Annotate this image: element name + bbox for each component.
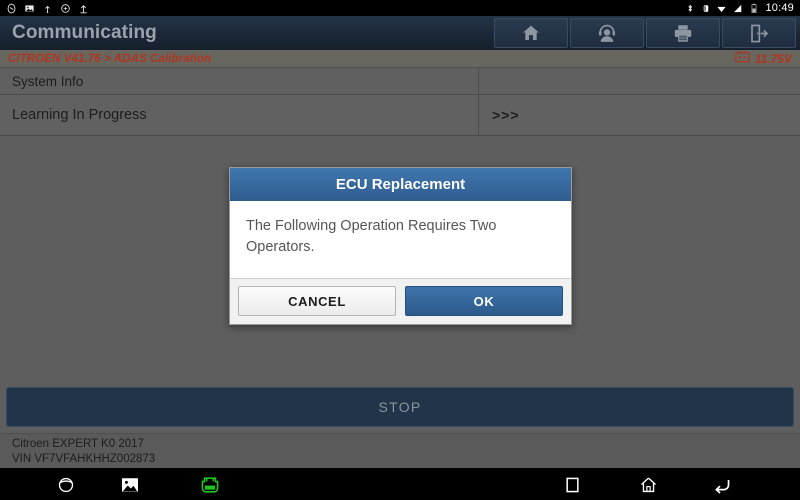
vehicle-info-footer: Citroen EXPERT K0 2017 VIN VF7VFAHKHHZ00… bbox=[0, 433, 800, 468]
dialog-body: The Following Operation Requires Two Ope… bbox=[230, 201, 571, 278]
home-button[interactable] bbox=[494, 18, 568, 48]
status-bar-right-icons: 10:49 bbox=[684, 1, 794, 14]
vehicle-vin: VIN VF7VFAHKHHZ002873 bbox=[12, 453, 156, 465]
ecu-replacement-dialog: ECU Replacement The Following Operation … bbox=[229, 167, 572, 325]
vci-icon[interactable] bbox=[200, 475, 220, 495]
wifi-icon bbox=[716, 3, 727, 14]
dialog-title: ECU Replacement bbox=[230, 168, 571, 201]
battery-icon bbox=[748, 3, 759, 14]
app-screen: 10:49 Communicating CITROEN V41.76 > ADA… bbox=[0, 0, 800, 500]
back-icon[interactable] bbox=[712, 475, 732, 495]
compass-icon bbox=[6, 3, 17, 14]
usb-icon bbox=[42, 3, 53, 14]
app-title-bar: Communicating bbox=[0, 16, 800, 50]
sync-icon bbox=[60, 3, 71, 14]
print-button[interactable] bbox=[646, 18, 720, 48]
recents-icon[interactable] bbox=[562, 475, 582, 495]
photo-icon bbox=[24, 3, 35, 14]
table-cell-label: System Info bbox=[12, 73, 84, 89]
signal-icon bbox=[732, 3, 743, 14]
table-cell-label: Learning In Progress bbox=[12, 107, 147, 123]
exit-icon bbox=[748, 23, 770, 44]
status-bar-clock: 10:49 bbox=[765, 1, 794, 14]
vibrate-icon bbox=[700, 3, 711, 14]
column-divider bbox=[478, 68, 479, 94]
headset-person-icon bbox=[596, 23, 618, 44]
home-icon[interactable] bbox=[638, 475, 658, 495]
status-bar-left-icons bbox=[6, 3, 89, 14]
printer-icon bbox=[672, 23, 694, 44]
upload-icon bbox=[78, 3, 89, 14]
support-button[interactable] bbox=[570, 18, 644, 48]
vehicle-name: Citroen EXPERT K0 2017 bbox=[12, 438, 144, 450]
app-toolbar bbox=[494, 16, 800, 50]
voltage-indicator: 11.75V bbox=[735, 50, 792, 68]
stop-button[interactable]: STOP bbox=[6, 386, 794, 427]
bluetooth-icon bbox=[684, 3, 695, 14]
voltage-value: 11.75V bbox=[754, 51, 792, 66]
android-nav-bar bbox=[0, 468, 800, 500]
gallery-icon[interactable] bbox=[120, 475, 140, 495]
breadcrumb: CITROEN V41.76 > ADAS Calibration bbox=[8, 52, 212, 65]
home-icon bbox=[520, 23, 542, 43]
exit-button[interactable] bbox=[722, 18, 796, 48]
page-title: Communicating bbox=[12, 22, 157, 43]
table-row: System Info bbox=[0, 68, 800, 95]
battery-voltage-icon bbox=[735, 50, 750, 68]
info-table: System Info Learning In Progress >>> bbox=[0, 68, 800, 136]
table-row[interactable]: Learning In Progress >>> bbox=[0, 95, 800, 136]
dialog-actions: CANCEL OK bbox=[230, 278, 571, 324]
cancel-button[interactable]: CANCEL bbox=[238, 286, 396, 316]
stop-button-zone: STOP bbox=[0, 380, 800, 433]
android-status-bar: 10:49 bbox=[0, 0, 800, 16]
ok-button[interactable]: OK bbox=[405, 286, 563, 316]
table-cell-value[interactable]: >>> bbox=[479, 107, 800, 123]
browser-icon[interactable] bbox=[56, 475, 76, 495]
dialog-message: The Following Operation Requires Two Ope… bbox=[246, 218, 497, 255]
breadcrumb-bar: CITROEN V41.76 > ADAS Calibration 11.75V bbox=[0, 50, 800, 68]
